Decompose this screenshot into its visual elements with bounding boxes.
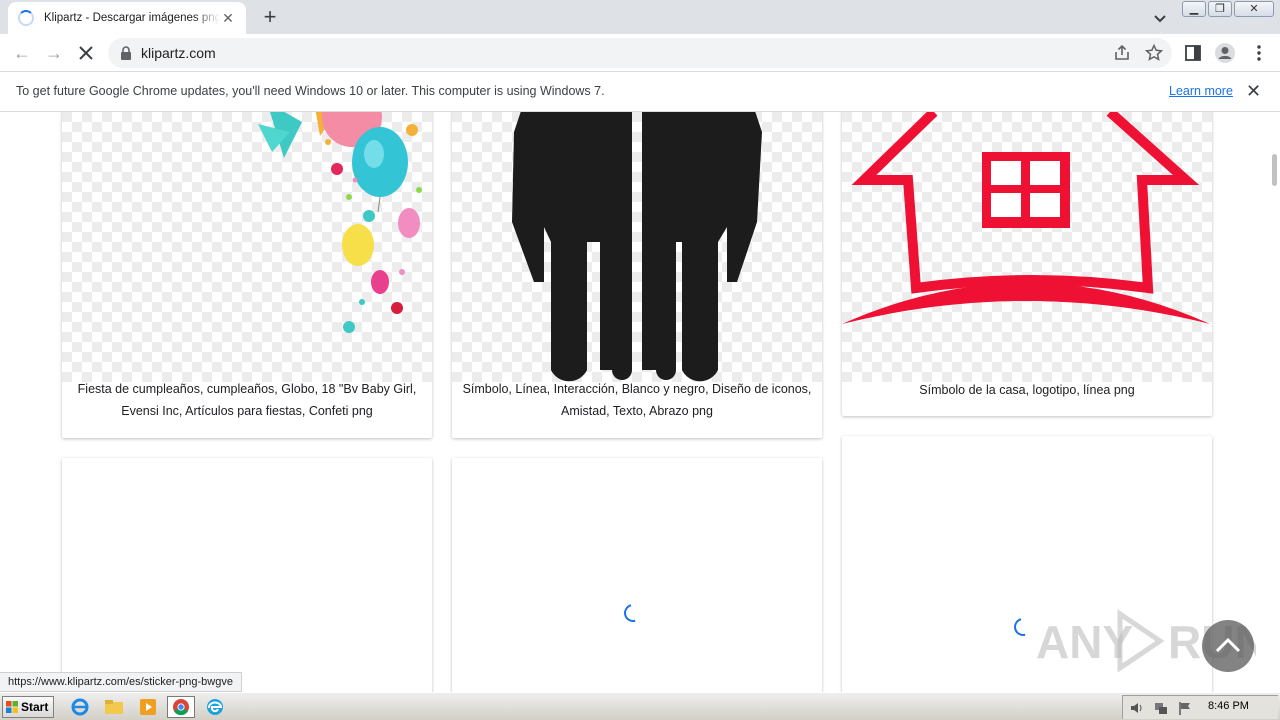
forward-button[interactable]: → bbox=[42, 41, 66, 65]
image-card-loading[interactable] bbox=[62, 458, 432, 692]
windows-taskbar: Start 8:46 PM bbox=[0, 692, 1280, 720]
loading-spinner-icon bbox=[620, 600, 646, 626]
scrollbar-thumb[interactable] bbox=[1272, 154, 1277, 186]
party-balloons-image[interactable] bbox=[62, 112, 432, 382]
balloons-illustration bbox=[258, 112, 422, 333]
system-tray bbox=[1122, 695, 1278, 719]
chrome-menu-icon[interactable] bbox=[1248, 42, 1270, 64]
file-explorer-icon[interactable] bbox=[102, 696, 126, 718]
tab-search-chevron-icon[interactable] bbox=[1150, 8, 1170, 28]
status-bar-url: https://www.klipartz.com/es/sticker-png-… bbox=[0, 672, 242, 692]
url-text[interactable]: klipartz.com bbox=[141, 45, 216, 61]
tab-title: Klipartz - Descargar imágenes png de alt… bbox=[44, 12, 220, 24]
figures-illustration bbox=[512, 112, 762, 382]
edge-icon[interactable] bbox=[203, 696, 227, 718]
loading-spinner-icon bbox=[1010, 614, 1036, 640]
update-infobar: To get future Google Chrome updates, you… bbox=[0, 71, 1280, 112]
house-illustration bbox=[842, 112, 1210, 324]
page-scrollbar[interactable] bbox=[1268, 112, 1280, 692]
share-icon[interactable] bbox=[1112, 43, 1132, 63]
card-caption[interactable]: Fiesta de cumpleaños, cumpleaños, Globo,… bbox=[62, 378, 432, 422]
page-content: Fiesta de cumpleaños, cumpleaños, Globo,… bbox=[0, 112, 1280, 692]
bookmark-star-icon[interactable] bbox=[1144, 43, 1164, 63]
profile-avatar-icon[interactable] bbox=[1214, 42, 1236, 64]
infobar-close-icon[interactable]: ✕ bbox=[1246, 82, 1261, 100]
restore-button[interactable]: ❐ bbox=[1208, 1, 1232, 17]
window-close-button[interactable]: ✕ bbox=[1234, 1, 1274, 17]
tab-loading-icon bbox=[18, 10, 34, 26]
learn-more-link[interactable]: Learn more bbox=[1169, 84, 1233, 98]
tab-strip: Klipartz - Descargar imágenes png de alt… bbox=[0, 0, 1280, 34]
arrow-up-icon bbox=[1215, 637, 1241, 653]
chrome-icon bbox=[173, 699, 189, 716]
start-label: Start bbox=[21, 700, 49, 714]
image-card[interactable]: Símbolo, Línea, Interacción, Blanco y ne… bbox=[452, 112, 822, 438]
friendship-figures-image[interactable] bbox=[452, 112, 822, 382]
tab-close-icon[interactable]: ✕ bbox=[220, 10, 236, 26]
house-logo-image[interactable] bbox=[842, 112, 1212, 382]
browser-tab[interactable]: Klipartz - Descargar imágenes png de alt… bbox=[8, 2, 246, 34]
network-icon[interactable] bbox=[1153, 700, 1169, 716]
scroll-to-top-button[interactable] bbox=[1202, 620, 1254, 672]
image-card[interactable]: Fiesta de cumpleaños, cumpleaños, Globo,… bbox=[62, 112, 432, 438]
card-caption[interactable]: Símbolo de la casa, logotipo, línea png bbox=[842, 379, 1212, 401]
side-panel-icon[interactable] bbox=[1182, 42, 1204, 64]
volume-icon[interactable] bbox=[1129, 700, 1145, 716]
window-controls: ▁ ❐ ✕ bbox=[1180, 1, 1274, 17]
chrome-taskbar-button[interactable] bbox=[167, 696, 195, 718]
image-card-loading[interactable] bbox=[452, 458, 822, 692]
browser-toolbar: ← → klipartz.com bbox=[0, 34, 1280, 71]
windows-logo-icon bbox=[6, 701, 18, 713]
lock-icon[interactable] bbox=[120, 46, 132, 60]
new-tab-button[interactable]: + bbox=[258, 6, 282, 28]
internet-explorer-icon[interactable] bbox=[68, 696, 92, 718]
infobar-message: To get future Google Chrome updates, you… bbox=[16, 84, 605, 98]
minimize-button[interactable]: ▁ bbox=[1182, 1, 1206, 17]
media-player-icon[interactable] bbox=[136, 696, 160, 718]
address-bar[interactable]: klipartz.com bbox=[108, 38, 1172, 68]
image-card[interactable]: Símbolo de la casa, logotipo, línea png bbox=[842, 112, 1212, 416]
card-caption[interactable]: Símbolo, Línea, Interacción, Blanco y ne… bbox=[452, 378, 822, 422]
start-button[interactable]: Start bbox=[2, 696, 54, 718]
taskbar-clock[interactable]: 8:46 PM bbox=[1208, 700, 1249, 712]
stop-loading-icon[interactable] bbox=[74, 41, 98, 65]
back-button[interactable]: ← bbox=[10, 41, 34, 65]
action-center-flag-icon[interactable] bbox=[1177, 700, 1193, 716]
